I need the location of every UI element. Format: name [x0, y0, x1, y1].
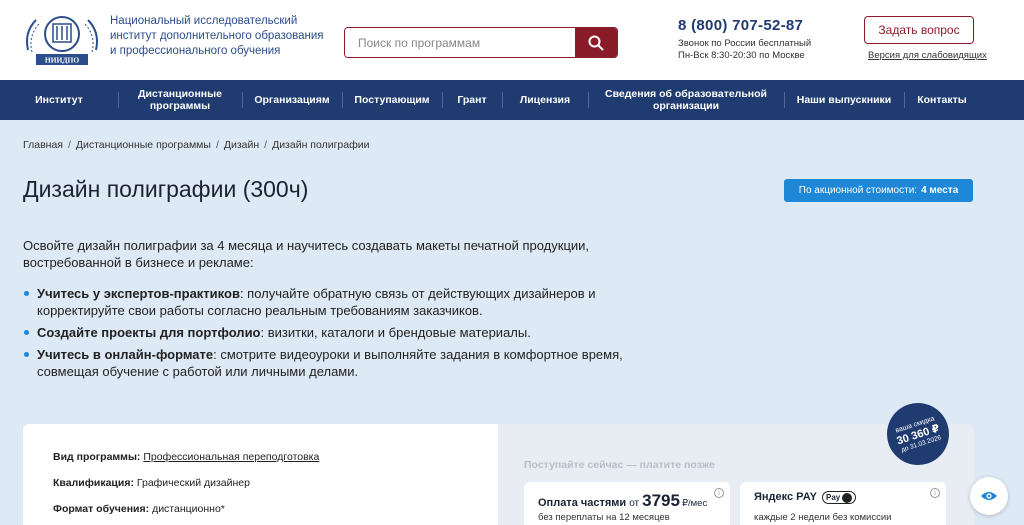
program-type-row: Вид программы: Профессиональная переподг… — [53, 451, 319, 463]
benefit-item: Создайте проекты для портфолио: визитки,… — [23, 324, 633, 341]
org-name-line: Национальный исследовательский — [110, 15, 298, 27]
yandex-title-row: Яндекс PAY Pay — [754, 491, 857, 504]
phone-note: Звонок по России бесплатный Пн-Вск 8:30-… — [678, 38, 811, 62]
installment-unit: ₽/мес — [681, 498, 708, 509]
low-vision-link[interactable]: Версия для слабовидящих — [868, 50, 987, 61]
phone-note-line: Звонок по России бесплатный — [678, 38, 812, 49]
ask-question-button[interactable]: Задать вопрос — [864, 16, 974, 44]
breadcrumb-separator: / — [264, 139, 268, 151]
page-title: Дизайн полиграфии (300ч) — [23, 176, 309, 202]
qualification-label: Квалификация: — [53, 477, 134, 489]
nav-item-license[interactable]: Лицензия — [502, 80, 588, 120]
program-hero: Главная / Дистанционные программы / Дизайн / Д… — [0, 120, 1024, 525]
breadcrumb-separator: / — [67, 139, 71, 151]
main-nav: Институт Дистанционные программы Организ… — [0, 80, 1024, 120]
yandex-subtitle: каждые 2 недели без комиссии — [754, 512, 892, 523]
qualification-value: Графический дизайнер — [136, 477, 250, 489]
info-icon[interactable]: i — [714, 488, 724, 498]
nav-item-organizations[interactable]: Организациям — [242, 80, 342, 120]
benefit-title: Создайте проекты для портфолио — [37, 325, 261, 340]
program-info-card: Вид программы: Профессиональная переподг… — [23, 424, 498, 525]
yandex-pay-badge: Pay — [821, 491, 857, 504]
benefits-list: Учитесь у экспертов-практиков: получайте… — [23, 285, 633, 385]
institute-name[interactable]: Национальный исследовательский институт … — [110, 14, 324, 59]
program-type-label: Вид программы: — [53, 451, 141, 463]
benefit-text: : визитки, каталоги и брендовые материал… — [260, 325, 531, 340]
benefit-title: Учитесь в онлайн-формате — [37, 347, 214, 362]
installment-title: Оплата частями — [538, 497, 627, 509]
nav-item-graduates[interactable]: Наши выпускники — [784, 80, 904, 120]
nav-item-contacts[interactable]: Контакты — [904, 80, 980, 120]
benefit-item: Учитесь в онлайн-формате: смотрите видео… — [23, 346, 633, 380]
promo-text: По акционной стоимости: — [798, 185, 918, 196]
format-row: Формат обучения: дистанционно* — [53, 503, 225, 515]
logo-text: НИИДПО — [45, 56, 79, 65]
installment-price: 3795 — [642, 491, 680, 510]
nav-item-org-info[interactable]: Сведения об образовательной организации — [588, 80, 784, 120]
yandex-pay-option[interactable]: Яндекс PAY Pay каждые 2 недели без комис… — [740, 482, 946, 525]
promo-count: 4 места — [921, 185, 959, 196]
installment-subtitle: без переплаты на 12 месяцев — [538, 512, 670, 523]
accessibility-eye-button[interactable] — [970, 477, 1008, 515]
qualification-row: Квалификация: Графический дизайнер — [53, 477, 250, 489]
yandex-title: Яндекс PAY — [754, 491, 817, 503]
nav-item-institute[interactable]: Институт — [0, 80, 118, 120]
yandex-logo-icon — [842, 492, 853, 503]
breadcrumb-separator: / — [215, 139, 219, 151]
institute-logo[interactable]: НИИДПО — [22, 10, 102, 68]
phone-number[interactable]: 8 (800) 707-52-87 — [678, 17, 803, 34]
benefit-title: Учитесь у экспертов-практиков — [37, 286, 240, 301]
format-value: дистанционно* — [152, 503, 225, 515]
breadcrumb: Главная / Дистанционные программы / Дизайн / Д… — [23, 139, 369, 151]
benefit-item: Учитесь у экспертов-практиков: получайте… — [23, 285, 633, 319]
org-name-line: и профессионального обучения — [110, 45, 281, 57]
info-icon[interactable]: i — [930, 488, 940, 498]
search-icon — [588, 35, 604, 50]
nav-item-grant[interactable]: Грант — [442, 80, 502, 120]
installment-title-row: Оплата частями от 3795 ₽/мес — [538, 491, 707, 511]
payment-heading: Поступайте сейчас — платите позже — [524, 459, 715, 471]
breadcrumb-current: Дизайн полиграфии — [272, 139, 370, 151]
org-name-line: институт дополнительного образования — [110, 30, 324, 42]
breadcrumb-distance-programs[interactable]: Дистанционные программы — [76, 139, 211, 151]
yandex-badge-text: Pay — [825, 493, 841, 502]
program-intro: Освойте дизайн полиграфии за 4 месяца и … — [23, 238, 590, 270]
search-button[interactable] — [575, 28, 617, 57]
format-label: Формат обучения: — [53, 503, 150, 515]
installment-from: от — [629, 498, 640, 509]
nav-item-applicants[interactable]: Поступающим — [342, 80, 442, 120]
installment-option[interactable]: Оплата частями от 3795 ₽/мес без перепла… — [524, 482, 730, 525]
nav-item-distance-programs[interactable]: Дистанционные программы — [118, 80, 242, 120]
phone-note-line: Пн-Вск 8:30-20:30 по Москве — [678, 50, 805, 61]
promo-badge[interactable]: По акционной стоимости: 4 места — [784, 179, 973, 202]
breadcrumb-design[interactable]: Дизайн — [224, 139, 259, 151]
eye-icon — [981, 492, 997, 500]
site-header: НИИДПО Национальный исследовательский ин… — [0, 0, 1024, 80]
search-input[interactable] — [345, 28, 575, 57]
breadcrumb-home[interactable]: Главная — [23, 139, 63, 151]
search-box — [344, 27, 618, 58]
program-type-link[interactable]: Профессиональная переподготовка — [143, 451, 319, 463]
